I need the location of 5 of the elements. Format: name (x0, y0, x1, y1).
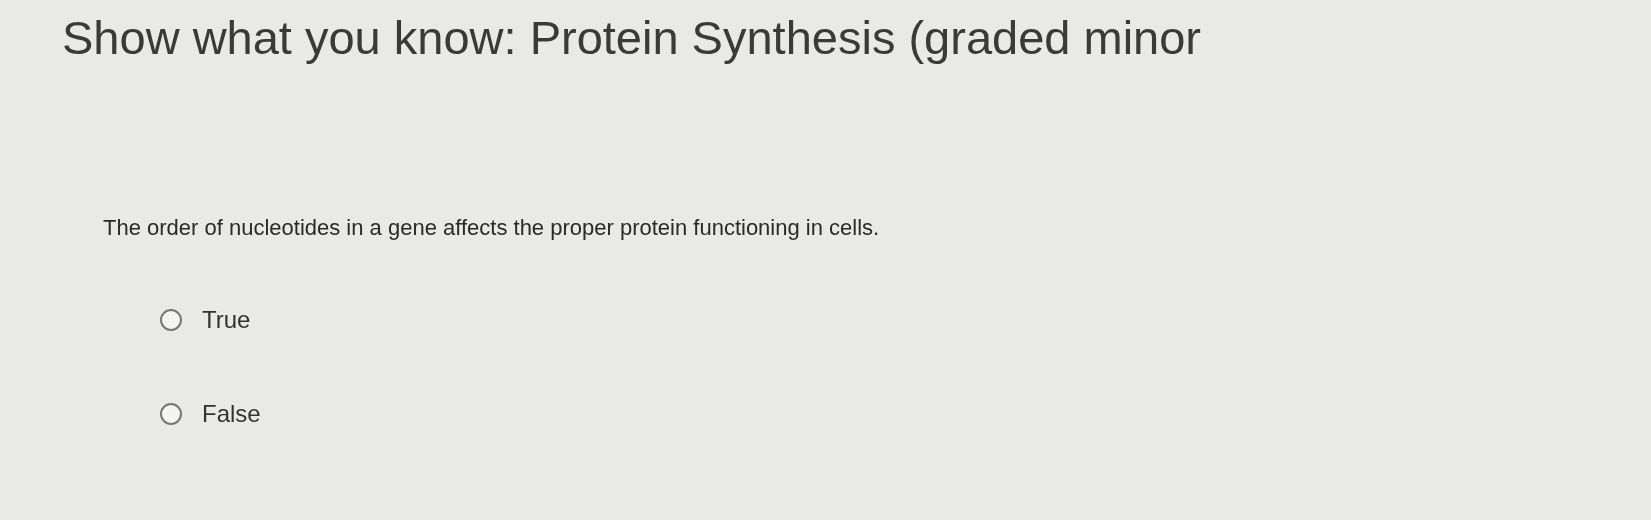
question-text: The order of nucleotides in a gene affects the proper protein functioning in cells. (102, 214, 881, 242)
radio-button[interactable] (160, 309, 182, 331)
radio-button[interactable] (160, 403, 182, 425)
option-label: True (202, 305, 251, 335)
option-label: False (202, 399, 261, 429)
